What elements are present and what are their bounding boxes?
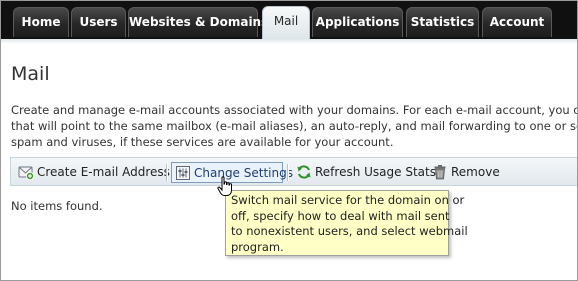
trash-icon [434, 165, 446, 180]
description-line: that will point to the same mailbox (e-m… [11, 119, 578, 133]
create-email-address-label: Create E-mail Address [37, 165, 170, 179]
refresh-icon [297, 165, 311, 179]
browser-frame: Home Users Websites & Domains Mail Appli… [0, 0, 578, 281]
tab-home[interactable]: Home [13, 7, 69, 37]
page-title: Mail [11, 63, 50, 85]
refresh-usage-stats-label: Refresh Usage Stats [315, 165, 436, 179]
settings-sliders-icon [176, 166, 190, 180]
tab-statistics[interactable]: Statistics [406, 7, 479, 37]
description-line: Create and manage e-mail accounts associ… [11, 103, 578, 117]
description-line: spam and viruses, if these services are … [11, 135, 394, 149]
content-top-divider [1, 39, 577, 44]
tooltip-line: program. [231, 239, 284, 254]
empty-list-message: No items found. [11, 199, 103, 213]
hand-cursor-icon [217, 176, 232, 196]
tab-websites-domains[interactable]: Websites & Domains [128, 7, 268, 37]
envelope-plus-icon [18, 166, 34, 180]
change-settings-label: Change Settings [194, 166, 293, 180]
tab-users[interactable]: Users [71, 7, 126, 37]
toolbar-separator [287, 164, 289, 181]
tab-applications[interactable]: Applications [312, 7, 403, 37]
mail-toolbar: Create E-mail Address Change Settings Re… [10, 157, 577, 186]
change-settings-tooltip: Switch mail service for the domain on or… [225, 190, 468, 256]
top-navigation: Home Users Websites & Domains Mail Appli… [1, 1, 577, 39]
tab-mail[interactable]: Mail [262, 6, 310, 39]
tooltip-line: off, specify how to deal with mail sent [231, 208, 450, 223]
tab-account[interactable]: Account [482, 7, 552, 37]
tooltip-line: Switch mail service for the domain on or [231, 193, 465, 207]
page-description: Create and manage e-mail accounts associ… [11, 102, 578, 150]
remove-label: Remove [451, 165, 500, 179]
remove-button[interactable]: Remove [429, 162, 500, 183]
tooltip-line: to nonexistent users, and select webmail [231, 224, 468, 238]
create-email-address-button[interactable]: Create E-mail Address [15, 162, 170, 183]
refresh-usage-stats-button[interactable]: Refresh Usage Stats [293, 162, 436, 183]
toolbar-separator [166, 164, 168, 181]
